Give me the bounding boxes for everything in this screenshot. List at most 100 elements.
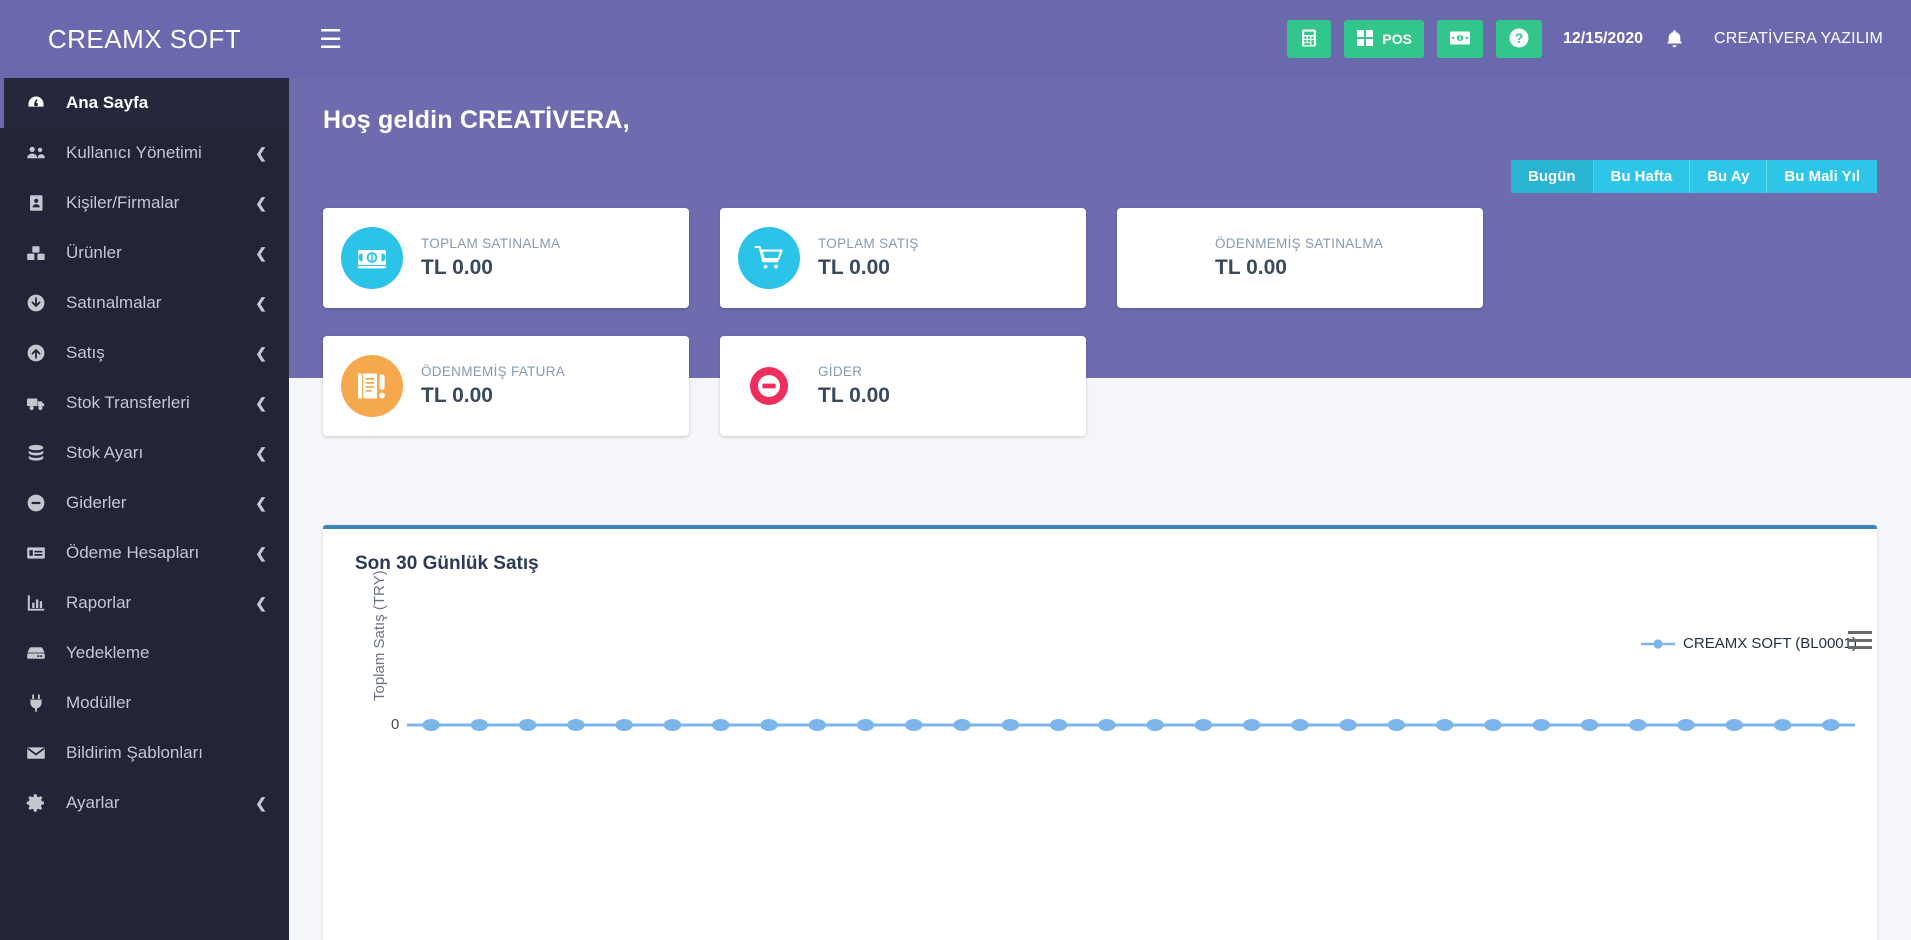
sidebar-nav: Ana Sayfa Kullanıcı Yönetimi ❮ Kişiler/Firm… xyxy=(0,78,289,828)
sidebar-item-label: Satınalmalar xyxy=(66,293,162,312)
stat-card-title: TOPLAM SATINALMA xyxy=(421,236,561,251)
chevron-left-icon[interactable]: ❮ xyxy=(255,346,267,360)
range-button-bu-mali-yıl[interactable]: Bu Mali Yıl xyxy=(1767,160,1877,193)
chart-y-axis-label: Toplam Satış (TRY) xyxy=(371,570,388,701)
sidebar-item-modüller[interactable]: Modüller xyxy=(0,678,289,728)
stat-card-value: TL 0.00 xyxy=(818,384,890,407)
range-button-bugün[interactable]: Bugün xyxy=(1511,160,1594,193)
stat-card[interactable]: GİDER TL 0.00 xyxy=(720,336,1086,436)
stat-card-value: TL 0.00 xyxy=(1215,256,1287,279)
chart-plot xyxy=(407,695,1855,755)
chevron-left-icon[interactable]: ❮ xyxy=(255,496,267,510)
sidebar-item-label: Stok Ayarı xyxy=(66,443,144,462)
sidebar-item-satış[interactable]: Satış ❮ xyxy=(0,328,289,378)
chevron-left-icon[interactable]: ❮ xyxy=(255,546,267,560)
money-check-icon xyxy=(26,543,56,563)
sidebar-item-label: Ödeme Hesapları xyxy=(66,543,200,562)
sidebar-item-label: Bildirim Şablonları xyxy=(66,743,203,762)
bar-chart-icon xyxy=(26,593,56,613)
chevron-left-icon[interactable]: ❮ xyxy=(255,446,267,460)
sidebar-item-ayarlar[interactable]: Ayarlar ❮ xyxy=(0,778,289,828)
grid-icon xyxy=(1356,29,1374,50)
stat-card[interactable]: ÖDENMEMİŞ SATINALMA TL 0.00 xyxy=(1117,208,1483,308)
sidebar-item-label: Ayarlar xyxy=(66,793,120,812)
chevron-left-icon[interactable]: ❮ xyxy=(255,246,267,260)
stat-card[interactable]: TOPLAM SATIŞ TL 0.00 xyxy=(720,208,1086,308)
chevron-left-icon[interactable]: ❮ xyxy=(255,296,267,310)
calculator-button[interactable] xyxy=(1287,20,1332,58)
sidebar-item-yedekleme[interactable]: Yedekleme xyxy=(0,628,289,678)
sidebar: CREAMX SOFT Ana Sayfa Kullanıcı Yönetimi ❮… xyxy=(0,0,289,940)
envelope-icon xyxy=(26,743,56,763)
truck-icon xyxy=(26,393,56,413)
welcome-message: Hoş geldin CREATİVERA, xyxy=(323,106,630,134)
chevron-left-icon[interactable]: ❮ xyxy=(255,396,267,410)
sidebar-item-label: Modüller xyxy=(66,693,132,712)
sidebar-item-stok-transferleri[interactable]: Stok Transferleri ❮ xyxy=(0,378,289,428)
chart-legend[interactable]: CREAMX SOFT (BL0001) xyxy=(1641,635,1857,652)
sidebar-item-stok-ayarı[interactable]: Stok Ayarı ❮ xyxy=(0,428,289,478)
money-bill-icon xyxy=(341,227,403,289)
sidebar-item-label: Satış xyxy=(66,343,105,362)
content-header: Hoş geldin CREATİVERA, Bugün Bu Hafta Bu A… xyxy=(289,78,1911,436)
cash-button[interactable] xyxy=(1436,20,1483,58)
chart-area: CREAMX SOFT (BL0001) Toplam Satış (TRY) … xyxy=(323,570,1877,935)
sidebar-item-raporlar[interactable]: Raporlar ❮ xyxy=(0,578,289,628)
gear-icon xyxy=(26,793,56,813)
sidebar-toggle-icon[interactable]: ☰ xyxy=(311,22,350,56)
calculator-icon xyxy=(1299,28,1319,51)
sidebar-item-label: Giderler xyxy=(66,493,127,512)
stat-cards: TOPLAM SATINALMA TL 0.00 TOPLAM SATIŞ TL 0.… xyxy=(323,208,1877,464)
sidebar-item-label: Yedekleme xyxy=(66,643,150,662)
stat-card[interactable]: TOPLAM SATINALMA TL 0.00 xyxy=(323,208,689,308)
chevron-left-icon[interactable]: ❮ xyxy=(255,146,267,160)
top-navbar: ☰ POS ? 12/15/2020 CREATİVERA YAZILIM xyxy=(289,0,1911,78)
legend-series-label: CREAMX SOFT (BL0001) xyxy=(1683,635,1857,652)
notification-bell-icon[interactable] xyxy=(1665,29,1684,50)
contact-book-icon xyxy=(26,193,56,213)
range-button-bu-hafta[interactable]: Bu Hafta xyxy=(1593,160,1691,193)
chevron-left-icon[interactable]: ❮ xyxy=(255,596,267,610)
pos-button-label: POS xyxy=(1382,31,1412,47)
current-date: 12/15/2020 xyxy=(1562,30,1644,47)
stat-card-value: TL 0.00 xyxy=(421,256,493,279)
sidebar-item-kullanıcı-yönetimi[interactable]: Kullanıcı Yönetimi ❮ xyxy=(0,128,289,178)
chevron-left-icon[interactable]: ❮ xyxy=(255,196,267,210)
sales-chart-card: Son 30 Günlük Satış CREAMX SOFT (BL0001)… xyxy=(323,525,1877,940)
sidebar-item-label: Raporlar xyxy=(66,593,132,612)
sidebar-item-satınalmalar[interactable]: Satınalmalar ❮ xyxy=(0,278,289,328)
stat-card-title: ÖDENMEMİŞ FATURA xyxy=(421,364,566,379)
legend-marker-icon xyxy=(1641,637,1676,651)
sidebar-item-ödeme-hesapları[interactable]: Ödeme Hesapları ❮ xyxy=(0,528,289,578)
minus-circle-icon xyxy=(26,493,56,513)
sidebar-item-label: Stok Transferleri xyxy=(66,393,190,412)
sidebar-item-giderler[interactable]: Giderler ❮ xyxy=(0,478,289,528)
date-range-filter: Bugün Bu Hafta Bu Ay Bu Mali Yıl xyxy=(1511,160,1877,193)
sidebar-item-ürünler[interactable]: Ürünler ❮ xyxy=(0,228,289,278)
question-circle-icon: ? xyxy=(1508,27,1530,52)
stat-card-title: ÖDENMEMİŞ SATINALMA xyxy=(1215,236,1384,251)
brand-header[interactable]: CREAMX SOFT xyxy=(0,0,289,78)
sidebar-item-ana-sayfa[interactable]: Ana Sayfa xyxy=(0,78,289,128)
chart-menu-icon[interactable] xyxy=(1848,631,1872,649)
arrow-up-circle-icon xyxy=(26,343,56,363)
exclamation-icon xyxy=(1135,227,1197,289)
main-region: ☰ POS ? 12/15/2020 CREATİVERA YAZILIM Ho… xyxy=(289,0,1911,940)
brand-name: CREAMX SOFT xyxy=(47,23,242,54)
pos-button[interactable]: POS xyxy=(1344,20,1424,58)
sidebar-item-kişiler-firmalar[interactable]: Kişiler/Firmalar ❮ xyxy=(0,178,289,228)
help-button[interactable]: ? xyxy=(1495,20,1542,58)
stat-card-title: TOPLAM SATIŞ xyxy=(818,236,919,251)
stat-card-value: TL 0.00 xyxy=(421,384,493,407)
sidebar-item-bildirim-şablonları[interactable]: Bildirim Şablonları xyxy=(0,728,289,778)
sidebar-item-label: Ürünler xyxy=(66,243,122,262)
chart-y-tick-0: 0 xyxy=(391,716,400,733)
chevron-left-icon[interactable]: ❮ xyxy=(255,796,267,810)
user-name[interactable]: CREATİVERA YAZILIM xyxy=(1714,30,1883,48)
range-button-bu-ay[interactable]: Bu Ay xyxy=(1690,160,1768,193)
svg-text:?: ? xyxy=(1515,31,1523,46)
plug-icon xyxy=(26,693,56,713)
dashboard-icon xyxy=(26,93,56,113)
stat-card[interactable]: ÖDENMEMİŞ FATURA TL 0.00 xyxy=(323,336,689,436)
database-icon xyxy=(26,443,56,463)
